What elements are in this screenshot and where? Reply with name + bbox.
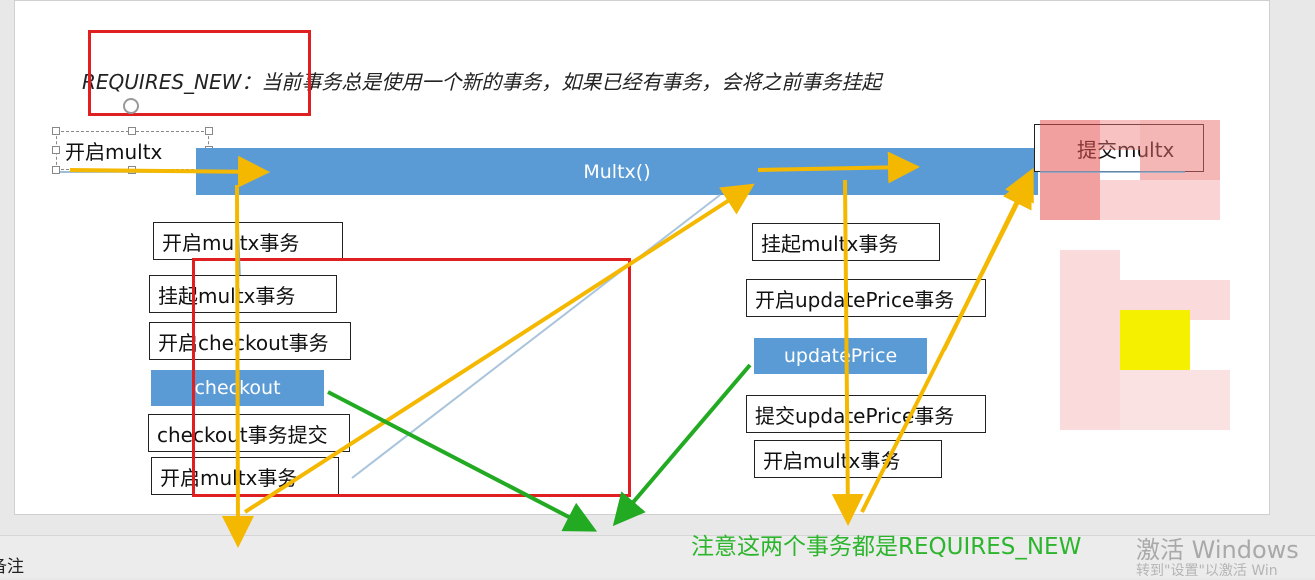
green-arrows	[327, 363, 752, 532]
thin-blue-lines	[60, 171, 1185, 479]
flow-arrows	[60, 151, 1185, 548]
orange-arrows	[69, 151, 1034, 548]
note-requires-new: 注意这两个事务都是REQUIRES_NEW	[691, 534, 1082, 560]
